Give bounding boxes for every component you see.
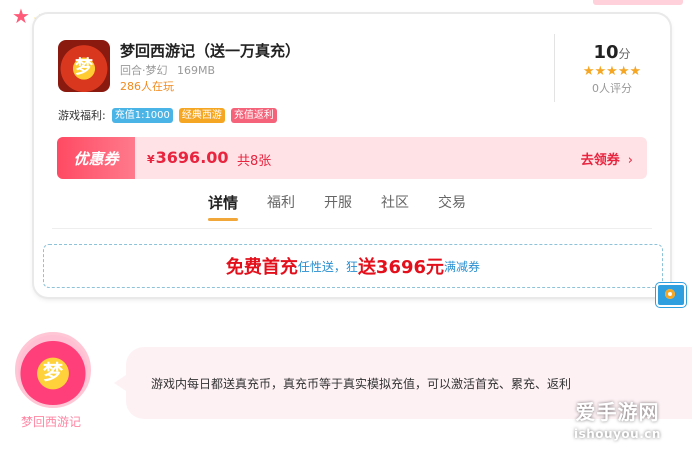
score-value: 10 bbox=[593, 42, 619, 63]
game-size: 169MB bbox=[177, 64, 216, 77]
chevron-right-icon: › bbox=[627, 153, 633, 168]
coupon-amount: ¥3696.00 bbox=[147, 148, 229, 167]
decorative-star-icon: ★ bbox=[12, 4, 30, 28]
coupon-banner[interactable]: 优惠券 ¥3696.00 共8张 去领券 › bbox=[57, 137, 647, 179]
claim-coupon-label: 去领券 bbox=[580, 153, 620, 168]
watermark-title: 爱手游网 bbox=[575, 400, 660, 424]
watermark: 爱手游网 ishouyou.cn bbox=[574, 396, 661, 441]
coupon-count: 共8张 bbox=[237, 154, 272, 169]
game-meta: 回合·梦幻 169MB bbox=[120, 62, 215, 78]
promo-text-1: 免费首充 bbox=[225, 257, 298, 278]
rating-stars-icon: ★★★★★ bbox=[582, 64, 642, 79]
game-title: 梦回西游记（送一万真充） bbox=[120, 42, 301, 60]
promo-text-4: 满减券 bbox=[444, 259, 481, 274]
welfare-label: 游戏福利: bbox=[58, 109, 106, 122]
avatar: 梦 bbox=[15, 332, 91, 408]
tab-bar: 详情 福利 开服 社区 交易 bbox=[208, 192, 495, 221]
tab-servers[interactable]: 开服 bbox=[324, 192, 352, 221]
game-players: 286人在玩 bbox=[120, 80, 174, 93]
avatar-glyph: 梦 bbox=[43, 359, 63, 384]
game-icon[interactable]: 梦 bbox=[58, 40, 110, 92]
camera-icon[interactable] bbox=[656, 283, 686, 307]
game-card: 梦 梦回西游记（送一万真充） 回合·梦幻 169MB 286人在玩 10分 ★★… bbox=[34, 14, 670, 297]
score-unit: 分 bbox=[618, 47, 631, 61]
promo-banner[interactable]: 免费首充 任性送，狂 送3696元 满减券 bbox=[43, 244, 663, 288]
tab-underline-divider bbox=[52, 228, 652, 229]
welfare-tag: 充值返利 bbox=[230, 107, 277, 123]
coupon-value: 3696.00 bbox=[155, 148, 229, 167]
divider bbox=[554, 34, 555, 102]
promo-text-3: 送3696元 bbox=[357, 257, 445, 278]
coupon-badge: 优惠券 bbox=[57, 137, 135, 179]
game-genre: 回合·梦幻 bbox=[120, 64, 168, 77]
score-panel: 10分 ★★★★★ 0人评分 bbox=[564, 42, 660, 96]
claim-coupon-button[interactable]: 去领券 › bbox=[581, 149, 633, 168]
tab-trade[interactable]: 交易 bbox=[438, 192, 466, 221]
tab-community[interactable]: 社区 bbox=[381, 192, 409, 221]
watermark-url: ishouyou.cn bbox=[574, 427, 661, 441]
avatar-name: 梦回西游记 bbox=[20, 415, 81, 429]
game-icon-glyph: 梦 bbox=[75, 57, 93, 78]
chat-message: 游戏内每日都送真充币，真充币等于真实模拟充值，可以激活首充、累充、返利 bbox=[151, 377, 572, 391]
decorative-bar bbox=[593, 0, 683, 5]
tab-welfare[interactable]: 福利 bbox=[267, 192, 295, 221]
currency-symbol: ¥ bbox=[147, 153, 155, 166]
welfare-row: 游戏福利: 充值1:1000 经典西游 充值返利 bbox=[58, 107, 283, 123]
welfare-tag: 充值1:1000 bbox=[111, 107, 173, 123]
rating-count: 0人评分 bbox=[592, 82, 632, 95]
welfare-tag: 经典西游 bbox=[178, 107, 225, 123]
tab-details[interactable]: 详情 bbox=[208, 192, 239, 221]
promo-text-2: 任性送，狂 bbox=[297, 259, 358, 274]
